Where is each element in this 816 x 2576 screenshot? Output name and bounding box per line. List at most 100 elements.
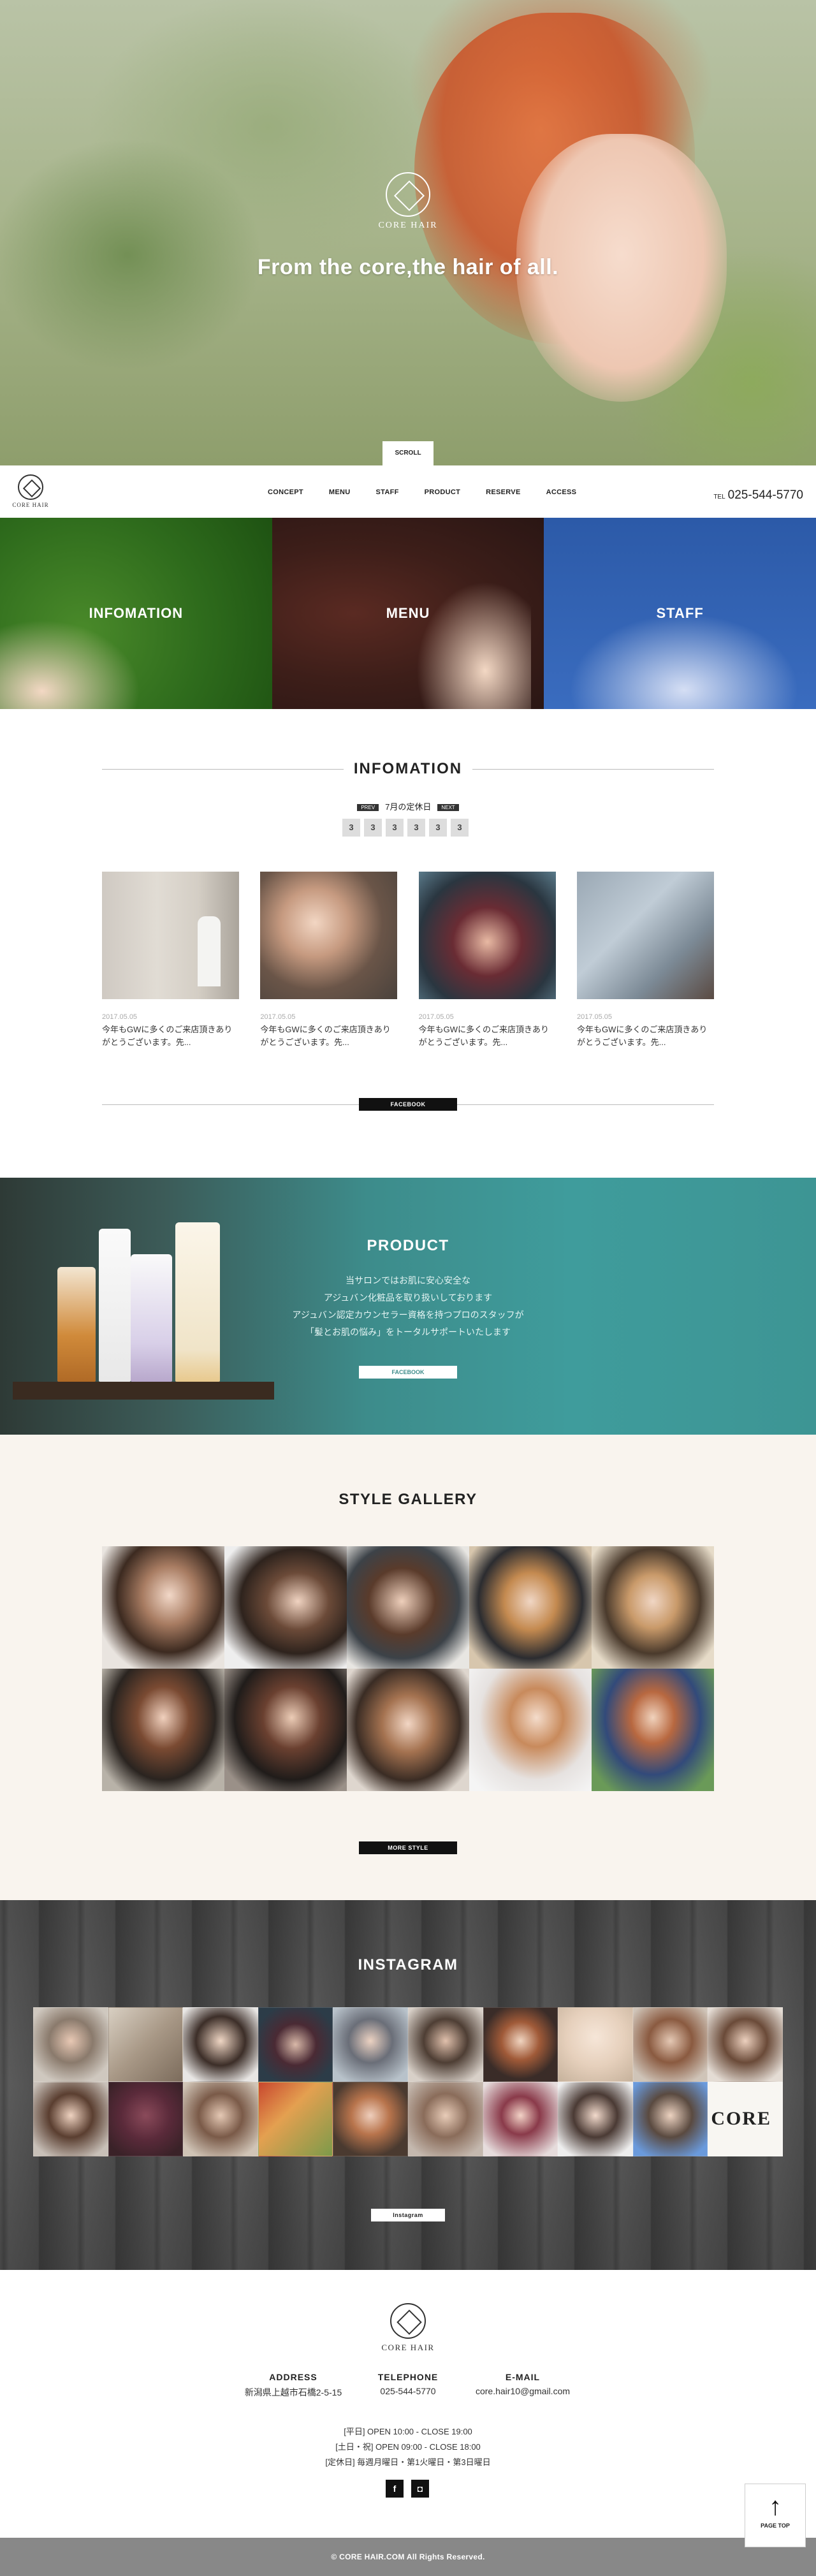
news-post-date: 2017.05.05 xyxy=(418,1013,454,1021)
product-bottle-image xyxy=(99,1229,131,1382)
style-gallery-section: STYLE GALLERY MORE STYLE xyxy=(0,1435,816,1900)
news-post[interactable]: 2017.05.05 今年もGWに多くのご来店頂きありがとうございます。先... xyxy=(576,872,714,1049)
instagram-photo[interactable] xyxy=(407,2007,483,2082)
nav-item-menu[interactable]: MENU xyxy=(316,488,363,496)
instagram-photo[interactable] xyxy=(407,2082,483,2156)
product-description: 当サロンではお肌に安心安全な アジュバン化粧品を取り扱いしております アジュバン… xyxy=(280,1272,536,1341)
calendar-day: 3 xyxy=(364,819,382,837)
nav-item-reserve[interactable]: RESERVE xyxy=(473,488,533,496)
instagram-photo[interactable] xyxy=(33,2082,108,2156)
tile-label: STAFF xyxy=(656,605,704,621)
nav-item-access[interactable]: ACCESS xyxy=(534,488,590,496)
instagram-photo[interactable] xyxy=(33,2007,108,2082)
news-post-excerpt[interactable]: 今年もGWに多くのご来店頂きありがとうございます。先... xyxy=(260,1023,397,1049)
calendar-day: 3 xyxy=(407,819,425,837)
instagram-photo[interactable] xyxy=(258,2082,333,2156)
instagram-photo[interactable] xyxy=(708,2007,783,2082)
news-post-excerpt[interactable]: 今年もGWに多くのご来店頂きありがとうございます。先... xyxy=(419,1023,556,1049)
infomation-section: INFOMATION PREV 7月の定休日 NEXT 3 3 3 3 3 3 20… xyxy=(0,709,816,1178)
section-title: INFOMATION xyxy=(343,760,473,777)
section-title: PRODUCT xyxy=(367,1237,449,1254)
product-facebook-button[interactable]: FACEBOOK xyxy=(359,1366,457,1379)
nav-item-concept[interactable]: CONCEPT xyxy=(255,488,316,496)
tile-menu[interactable]: MENU xyxy=(272,518,544,709)
calendar-day: 3 xyxy=(451,819,469,837)
email-value[interactable]: core.hair10@gmail.com xyxy=(465,2386,580,2396)
gallery-photo[interactable] xyxy=(102,1669,224,1791)
page-top-button[interactable]: ↑ PAGE TOP xyxy=(745,2484,806,2547)
instagram-photo[interactable] xyxy=(258,2007,333,2082)
tile-staff[interactable]: STAFF xyxy=(544,518,816,709)
calendar-month-nav: PREV 7月の定休日 NEXT xyxy=(344,800,472,812)
news-post[interactable]: 2017.05.05 今年もGWに多くのご来店頂きありがとうございます。先... xyxy=(260,872,398,1049)
instagram-icon[interactable]: ◘ xyxy=(411,2480,429,2498)
news-post-image[interactable] xyxy=(576,872,714,999)
scroll-button[interactable]: SCROLL xyxy=(382,441,433,465)
instagram-photo[interactable] xyxy=(632,2007,708,2082)
hero-logo[interactable]: CORE HAIR xyxy=(376,172,440,231)
facebook-button[interactable]: FACEBOOK xyxy=(359,1098,457,1111)
footer-logo[interactable]: CORE HAIR xyxy=(376,2303,440,2353)
product-description-line: アジュバン認定カウンセラー資格を持つプロのスタッフが xyxy=(292,1310,524,1320)
instagram-photo[interactable] xyxy=(483,2082,558,2156)
more-style-button[interactable]: MORE STYLE xyxy=(359,1841,457,1854)
gallery-photo[interactable] xyxy=(592,1669,714,1791)
gallery-photo[interactable] xyxy=(102,1546,224,1669)
tile-infomation[interactable]: INFOMATION xyxy=(0,518,272,709)
nav-item-staff[interactable]: STAFF xyxy=(363,488,411,496)
news-post-image[interactable] xyxy=(260,872,398,999)
footer-email: E-MAIL core.hair10@gmail.com xyxy=(465,2372,580,2399)
instagram-photo[interactable] xyxy=(108,2007,184,2082)
facebook-icon[interactable]: f xyxy=(386,2480,404,2498)
business-hours: [平日] OPEN 10:00 - CLOSE 19:00 [土日・祝] OPE… xyxy=(0,2424,816,2470)
news-post-excerpt[interactable]: 今年もGWに多くのご来店頂きありがとうございます。先... xyxy=(577,1023,714,1049)
instagram-photo[interactable] xyxy=(333,2007,408,2082)
nav-item-product[interactable]: PRODUCT xyxy=(412,488,474,496)
facebook-link-row: FACEBOOK xyxy=(102,1098,714,1111)
core-hair-logo-icon xyxy=(390,2303,426,2339)
hours-line: [平日] OPEN 10:00 - CLOSE 19:00 xyxy=(344,2427,472,2436)
news-post-image[interactable] xyxy=(102,872,239,999)
footer-telephone: TELEPHONE 025-544-5770 xyxy=(351,2372,465,2399)
footer: CORE HAIR ADDRESS 新潟県上越市石橋2-5-15 TELEPHO… xyxy=(0,2270,816,2538)
section-heading: INFOMATION xyxy=(102,760,714,778)
tel-number: 025-544-5770 xyxy=(727,488,803,502)
calendar-month-label: 7月の定休日 xyxy=(385,802,432,812)
gallery-photo[interactable] xyxy=(224,1669,347,1791)
gallery-photo[interactable] xyxy=(347,1669,469,1791)
gallery-photo[interactable] xyxy=(347,1546,469,1669)
gallery-photo[interactable] xyxy=(469,1546,592,1669)
news-post[interactable]: 2017.05.05 今年もGWに多くのご来店頂きありがとうございます。先... xyxy=(102,872,239,1049)
instagram-photo[interactable] xyxy=(333,2082,408,2156)
section-title: STYLE GALLERY xyxy=(339,1491,477,1508)
telephone-value[interactable]: 025-544-5770 xyxy=(351,2386,465,2396)
next-month-button[interactable]: NEXT xyxy=(437,804,459,812)
product-description-line: 「髪とお肌の悩み」をトータルサポートいたします xyxy=(305,1327,511,1337)
news-post-image[interactable] xyxy=(418,872,556,999)
main-navigation: CORE HAIR CONCEPT MENU STAFF PRODUCT RES… xyxy=(0,465,816,518)
nav-logo[interactable]: CORE HAIR xyxy=(11,474,50,508)
nav-telephone[interactable]: TEL 025-544-5770 xyxy=(713,488,803,502)
product-bottle-image xyxy=(175,1222,220,1382)
hero-logo-text: CORE HAIR xyxy=(378,221,438,230)
instagram-photo[interactable] xyxy=(183,2007,258,2082)
instagram-section: INSTAGRAM CORE Instagram xyxy=(0,1900,816,2270)
instagram-photo[interactable] xyxy=(183,2082,258,2156)
instagram-photo[interactable] xyxy=(558,2007,633,2082)
gallery-photo[interactable] xyxy=(224,1546,347,1669)
email-label: E-MAIL xyxy=(505,2372,541,2382)
instagram-photo[interactable] xyxy=(108,2082,184,2156)
instagram-photo[interactable] xyxy=(483,2007,558,2082)
footer-address: ADDRESS 新潟県上越市石橋2-5-15 xyxy=(236,2372,351,2399)
gallery-photo[interactable] xyxy=(469,1669,592,1791)
page-top-label: PAGE TOP xyxy=(761,2522,790,2529)
instagram-button[interactable]: Instagram xyxy=(371,2209,445,2221)
prev-month-button[interactable]: PREV xyxy=(357,804,379,812)
instagram-photo[interactable]: CORE xyxy=(708,2082,783,2156)
gallery-photo[interactable] xyxy=(592,1546,714,1669)
news-post-excerpt[interactable]: 今年もGWに多くのご来店頂きありがとうございます。先... xyxy=(102,1023,239,1049)
instagram-photo[interactable] xyxy=(632,2082,708,2156)
instagram-grid: CORE xyxy=(33,2007,783,2156)
news-post[interactable]: 2017.05.05 今年もGWに多くのご来店頂きありがとうございます。先... xyxy=(418,872,556,1049)
instagram-photo[interactable] xyxy=(558,2082,633,2156)
